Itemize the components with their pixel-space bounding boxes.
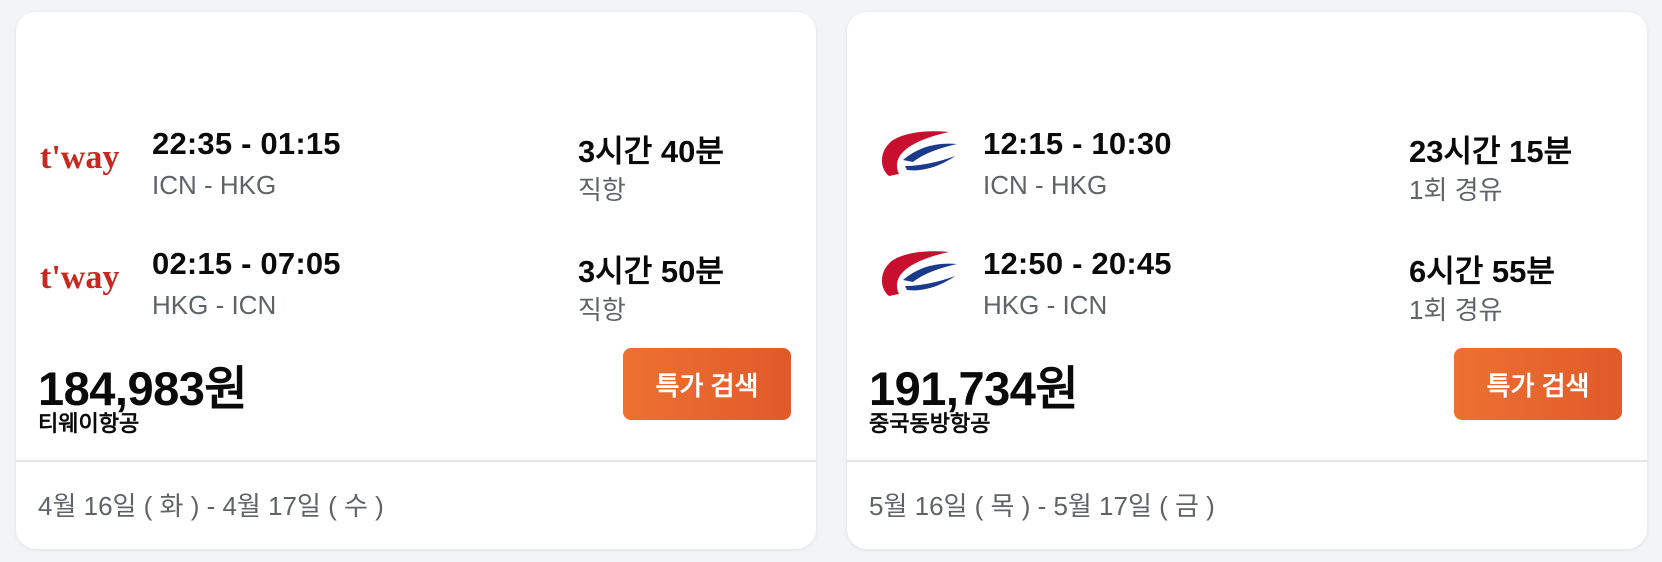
flight-times: 12:50 - 20:45 — [983, 246, 1172, 281]
flight-leg-return: 12:50 - 20:45 HKG - ICN 6시간 55분 1회 경유 — [847, 232, 1647, 325]
flight-duration: 3시간 50분 — [578, 254, 724, 289]
flight-deal-card[interactable]: t'way 22:35 - 01:15 ICN - HKG 3시간 40분 직항… — [16, 12, 816, 549]
airline-name: 티웨이항공 — [38, 411, 140, 436]
flight-stops: 직항 — [578, 295, 626, 325]
flight-leg-outbound: 12:15 - 10:30 ICN - HKG 23시간 15분 1회 경유 — [847, 112, 1647, 205]
china-eastern-logo-icon — [881, 251, 957, 296]
flight-route: HKG - ICN — [983, 290, 1108, 320]
flight-route: HKG - ICN — [152, 290, 277, 320]
travel-dates: 5월 16일 ( 목 ) - 5월 17일 ( 금 ) — [869, 491, 1215, 521]
flight-stops: 1회 경유 — [1409, 295, 1503, 325]
china-eastern-logo-icon — [881, 131, 957, 176]
tway-logo-icon: t'way — [40, 259, 119, 296]
deal-search-button[interactable]: 특가 검색 — [1454, 348, 1622, 420]
deal-search-button[interactable]: 특가 검색 — [623, 348, 791, 420]
flight-deal-card[interactable]: 12:15 - 10:30 ICN - HKG 23시간 15분 1회 경유 1… — [847, 12, 1647, 549]
flight-route: ICN - HKG — [152, 170, 277, 200]
flight-duration: 6시간 55분 — [1409, 254, 1555, 289]
flight-stops: 1회 경유 — [1409, 175, 1503, 205]
flight-route: ICN - HKG — [983, 170, 1108, 200]
tway-logo-icon: t'way — [40, 139, 119, 176]
tway-logo-text: t'way — [40, 259, 119, 296]
divider — [847, 460, 1647, 462]
flight-stops: 직항 — [578, 175, 626, 205]
flight-times: 02:15 - 07:05 — [152, 246, 341, 281]
flight-times: 12:15 - 10:30 — [983, 126, 1172, 161]
tway-logo-text: t'way — [40, 139, 119, 176]
flight-duration: 23시간 15분 — [1409, 134, 1573, 169]
airline-name: 중국동방항공 — [869, 411, 991, 436]
travel-dates: 4월 16일 ( 화 ) - 4월 17일 ( 수 ) — [38, 491, 384, 521]
flight-times: 22:35 - 01:15 — [152, 126, 341, 161]
flight-leg-outbound: t'way 22:35 - 01:15 ICN - HKG 3시간 40분 직항 — [16, 112, 816, 205]
flight-leg-return: t'way 02:15 - 07:05 HKG - ICN 3시간 50분 직항 — [16, 232, 816, 325]
divider — [16, 460, 816, 462]
flight-duration: 3시간 40분 — [578, 134, 724, 169]
